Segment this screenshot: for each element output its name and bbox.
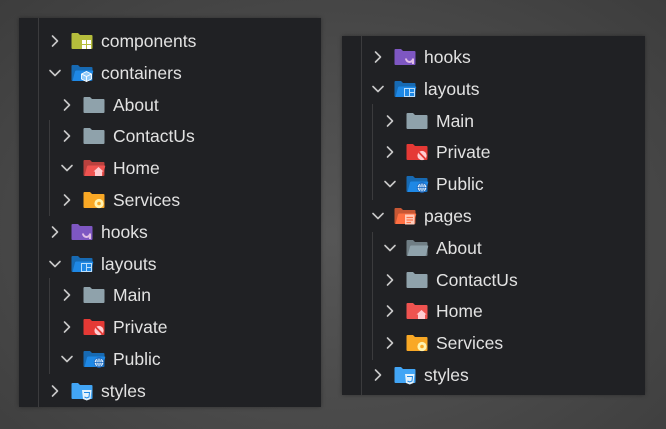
chevron-right-icon[interactable]	[383, 304, 397, 318]
chevron-right-icon[interactable]	[48, 34, 62, 48]
pages-folder-open-icon	[394, 207, 417, 225]
chevron-right-icon[interactable]	[60, 98, 74, 112]
tree-item-main[interactable]: Main	[342, 105, 645, 137]
tree-item-services[interactable]: Services	[19, 184, 321, 216]
hooks-folder-icon	[394, 48, 416, 65]
explorer-panel-right: hooks layouts Main Private Public pages About C…	[342, 36, 645, 395]
tree-item-label: Main	[113, 285, 151, 306]
chevron-right-icon[interactable]	[60, 129, 74, 143]
layouts-folder-open-icon	[394, 80, 417, 97]
tree-item-layouts[interactable]: layouts	[342, 73, 645, 105]
tree-item-label: ContactUs	[113, 126, 195, 147]
chevron-down-icon[interactable]	[60, 161, 74, 175]
chevron-right-icon[interactable]	[60, 288, 74, 302]
services-folder-icon	[83, 191, 105, 209]
layouts-folder-open-icon	[71, 255, 94, 272]
tree-item-label: Private	[436, 142, 491, 163]
chevron-down-icon[interactable]	[48, 257, 62, 271]
styles-folder-icon	[394, 366, 416, 385]
tree-item-about[interactable]: About	[342, 232, 645, 264]
tree-item-label: About	[436, 237, 482, 258]
tree-item-pages[interactable]: pages	[342, 200, 645, 232]
chevron-right-icon[interactable]	[60, 193, 74, 207]
folder-icon	[406, 271, 428, 288]
chevron-down-icon[interactable]	[371, 209, 385, 223]
tree-item-label: Private	[113, 317, 168, 338]
chevron-down-icon[interactable]	[371, 82, 385, 96]
tree-item-private[interactable]: Private	[342, 136, 645, 168]
tree-item-private[interactable]: Private	[19, 311, 321, 343]
home-folder-icon	[406, 302, 428, 320]
folder-open-icon	[406, 239, 429, 256]
tree-item-label: Services	[436, 333, 504, 354]
tree-item-hooks[interactable]: hooks	[19, 216, 321, 248]
tree-item-label: Home	[113, 158, 160, 179]
chevron-right-icon[interactable]	[383, 145, 397, 159]
tree-item-label: layouts	[101, 253, 157, 274]
tree-item-main[interactable]: Main	[19, 279, 321, 311]
public-folder-open-icon	[83, 350, 106, 368]
chevron-right-icon[interactable]	[48, 384, 62, 398]
folder-tree: hooks layouts Main Private Public pages About C…	[342, 41, 645, 391]
chevron-right-icon[interactable]	[383, 273, 397, 287]
chevron-right-icon[interactable]	[371, 368, 385, 382]
tree-item-label: hooks	[424, 47, 471, 67]
hooks-folder-icon	[71, 223, 93, 240]
tree-item-label: pages	[424, 205, 472, 226]
private-folder-icon	[83, 318, 105, 336]
styles-folder-icon	[71, 382, 93, 401]
tree-item-label: Public	[113, 348, 161, 369]
folder-icon	[83, 96, 105, 113]
tree-item-home[interactable]: Home	[342, 295, 645, 327]
folder-tree: components containers About ContactUs Home Se…	[19, 25, 321, 407]
chevron-down-icon[interactable]	[60, 352, 74, 366]
tree-item-public[interactable]: Public	[342, 168, 645, 200]
services-folder-icon	[406, 334, 428, 352]
tree-item-label: Public	[436, 174, 484, 195]
tree-item-containers[interactable]: containers	[19, 57, 321, 89]
tree-item-label: styles	[101, 380, 146, 401]
public-folder-open-icon	[406, 175, 429, 193]
chevron-right-icon[interactable]	[60, 320, 74, 334]
home-folder-open-icon	[83, 159, 106, 177]
tree-item-label: styles	[424, 364, 469, 385]
folder-icon	[406, 112, 428, 129]
tree-item-home[interactable]: Home	[19, 152, 321, 184]
folder-icon	[83, 286, 105, 304]
chevron-down-icon[interactable]	[48, 66, 62, 80]
tree-item-styles[interactable]: styles	[19, 375, 321, 407]
private-folder-icon	[406, 143, 428, 161]
folder-icon	[83, 127, 105, 145]
tree-item-label: Home	[436, 301, 483, 322]
tree-item-label: About	[113, 94, 159, 115]
tree-item-label: Main	[436, 110, 474, 131]
tree-item-contactus[interactable]: ContactUs	[19, 120, 321, 152]
chevron-right-icon[interactable]	[383, 114, 397, 128]
tree-item-label: Services	[113, 189, 181, 210]
containers-folder-icon	[71, 64, 94, 82]
tree-item-layouts[interactable]: layouts	[19, 248, 321, 280]
tree-item-label: containers	[101, 62, 182, 83]
tree-item-label: layouts	[424, 78, 480, 99]
tree-item-label: hooks	[101, 221, 148, 242]
tree-item-styles[interactable]: styles	[342, 359, 645, 391]
chevron-down-icon[interactable]	[383, 177, 397, 191]
tree-item-about[interactable]: About	[19, 89, 321, 121]
chevron-right-icon[interactable]	[48, 225, 62, 239]
tree-item-contactus[interactable]: ContactUs	[342, 264, 645, 296]
chevron-right-icon[interactable]	[383, 336, 397, 350]
tree-item-hooks[interactable]: hooks	[342, 41, 645, 73]
explorer-panel-left: components containers About ContactUs Home Se…	[19, 18, 321, 407]
tree-item-label: ContactUs	[436, 269, 518, 290]
tree-item-components[interactable]: components	[19, 25, 321, 57]
tree-item-services[interactable]: Services	[342, 327, 645, 359]
tree-item-label: components	[101, 31, 197, 51]
chevron-down-icon[interactable]	[383, 241, 397, 255]
components-folder-icon	[71, 32, 93, 49]
chevron-right-icon[interactable]	[371, 50, 385, 64]
tree-item-public[interactable]: Public	[19, 343, 321, 375]
